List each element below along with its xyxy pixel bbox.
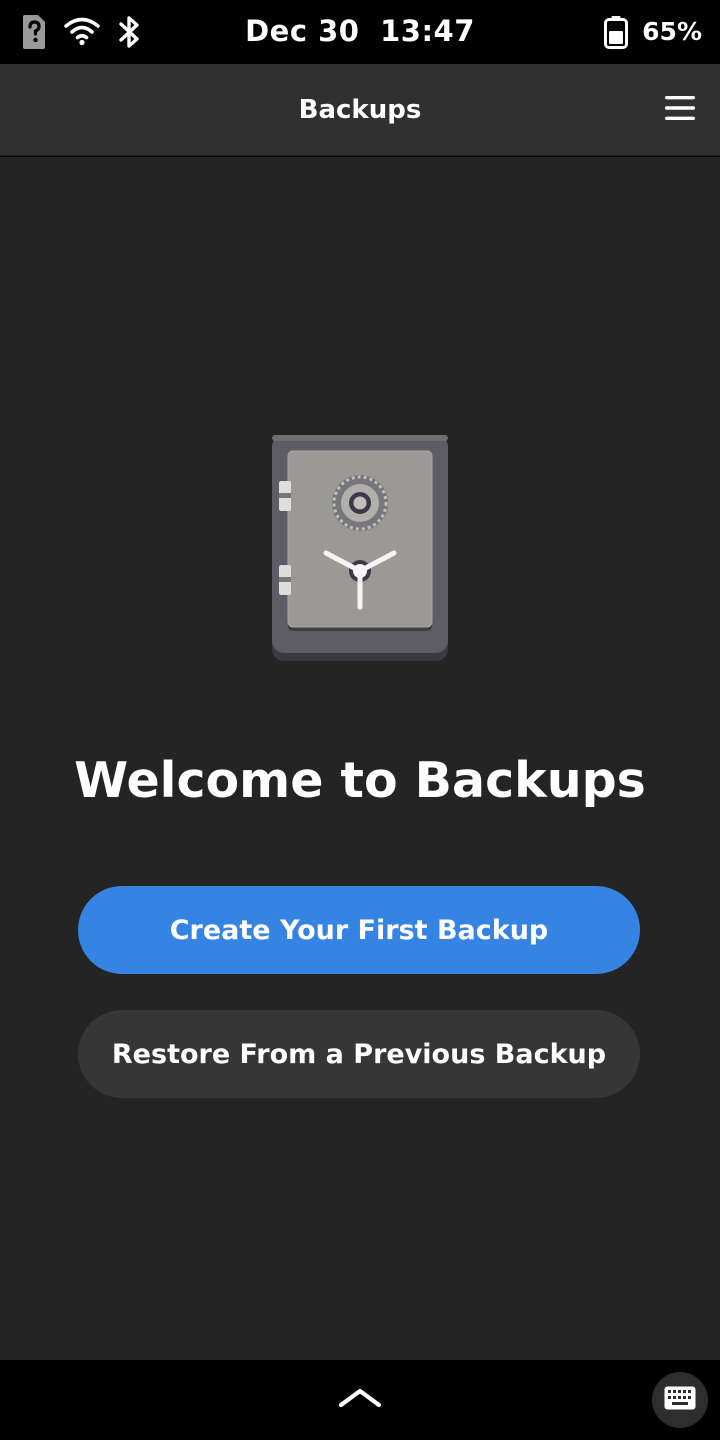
restore-previous-backup-button[interactable]: Restore From a Previous Backup: [78, 1010, 640, 1098]
main-content: Welcome to Backups Create Your First Bac…: [0, 157, 720, 1360]
page-title: Backups: [298, 95, 422, 125]
open-overview-button[interactable]: [336, 1382, 384, 1418]
battery-icon: [603, 15, 629, 53]
keyboard-toggle-button[interactable]: [652, 1372, 708, 1428]
chevron-up-icon: [338, 1387, 382, 1413]
main-menu-button[interactable]: [660, 88, 700, 132]
hamburger-menu-icon: [665, 95, 695, 125]
status-time: 13:47: [380, 14, 475, 48]
status-bar: Dec 30 13:47 65%: [0, 0, 720, 64]
welcome-heading: Welcome to Backups: [74, 752, 646, 809]
create-first-backup-button[interactable]: Create Your First Backup: [78, 886, 640, 974]
bottom-nav-bar: [0, 1360, 720, 1440]
battery-percent: 65%: [642, 17, 702, 46]
header-bar: Backups: [0, 64, 720, 156]
status-date: Dec 30: [245, 14, 360, 48]
keyboard-icon: [664, 1386, 696, 1414]
safe-icon: [270, 435, 450, 663]
